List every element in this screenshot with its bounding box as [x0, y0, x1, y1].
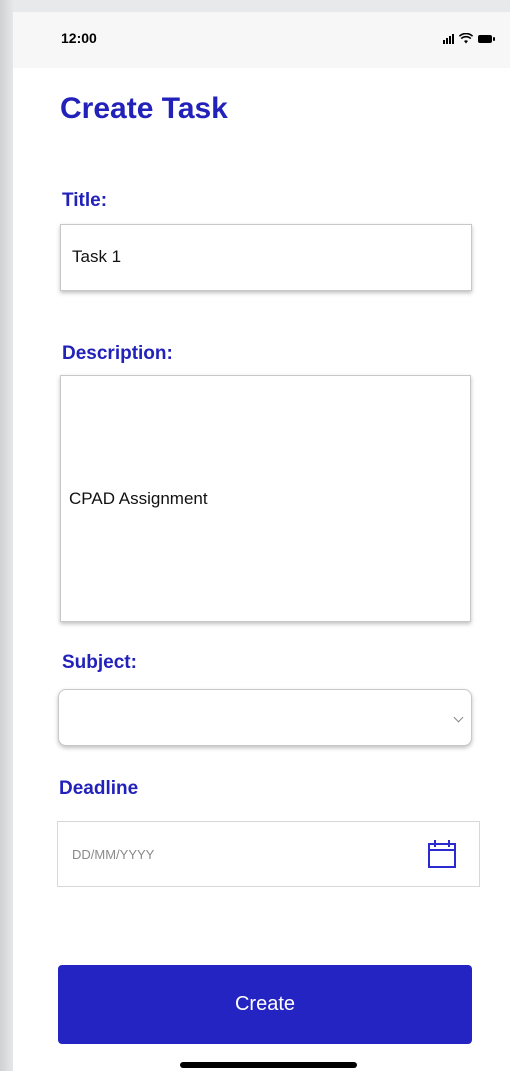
deadline-date-input[interactable]: DD/MM/YYYY [57, 821, 480, 887]
chevron-down-icon [453, 712, 464, 723]
description-text: CPAD Assignment [69, 488, 208, 508]
description-label: Description: [62, 343, 173, 364]
signal-icon [443, 33, 454, 44]
subject-select[interactable] [58, 689, 472, 746]
subject-label: Subject: [62, 652, 137, 673]
status-icons [443, 33, 495, 44]
home-indicator [180, 1062, 357, 1068]
create-button[interactable]: Create [58, 965, 472, 1044]
wifi-icon [459, 33, 473, 44]
status-bar: 12:00 [13, 12, 510, 68]
frame-left-edge [0, 0, 13, 1071]
battery-icon [478, 34, 495, 43]
phone-screen: 12:00 Create Task Title: Task 1 Descript… [13, 12, 510, 1071]
deadline-placeholder: DD/MM/YYYY [72, 847, 155, 862]
title-input[interactable]: Task 1 [60, 224, 472, 291]
page-title: Create Task [60, 92, 228, 125]
calendar-icon[interactable] [427, 839, 457, 869]
deadline-label: Deadline [59, 778, 139, 799]
description-input[interactable]: CPAD Assignment [60, 375, 471, 622]
status-time: 12:00 [61, 30, 97, 46]
frame-top-edge [0, 0, 510, 12]
title-label: Title: [62, 190, 108, 211]
